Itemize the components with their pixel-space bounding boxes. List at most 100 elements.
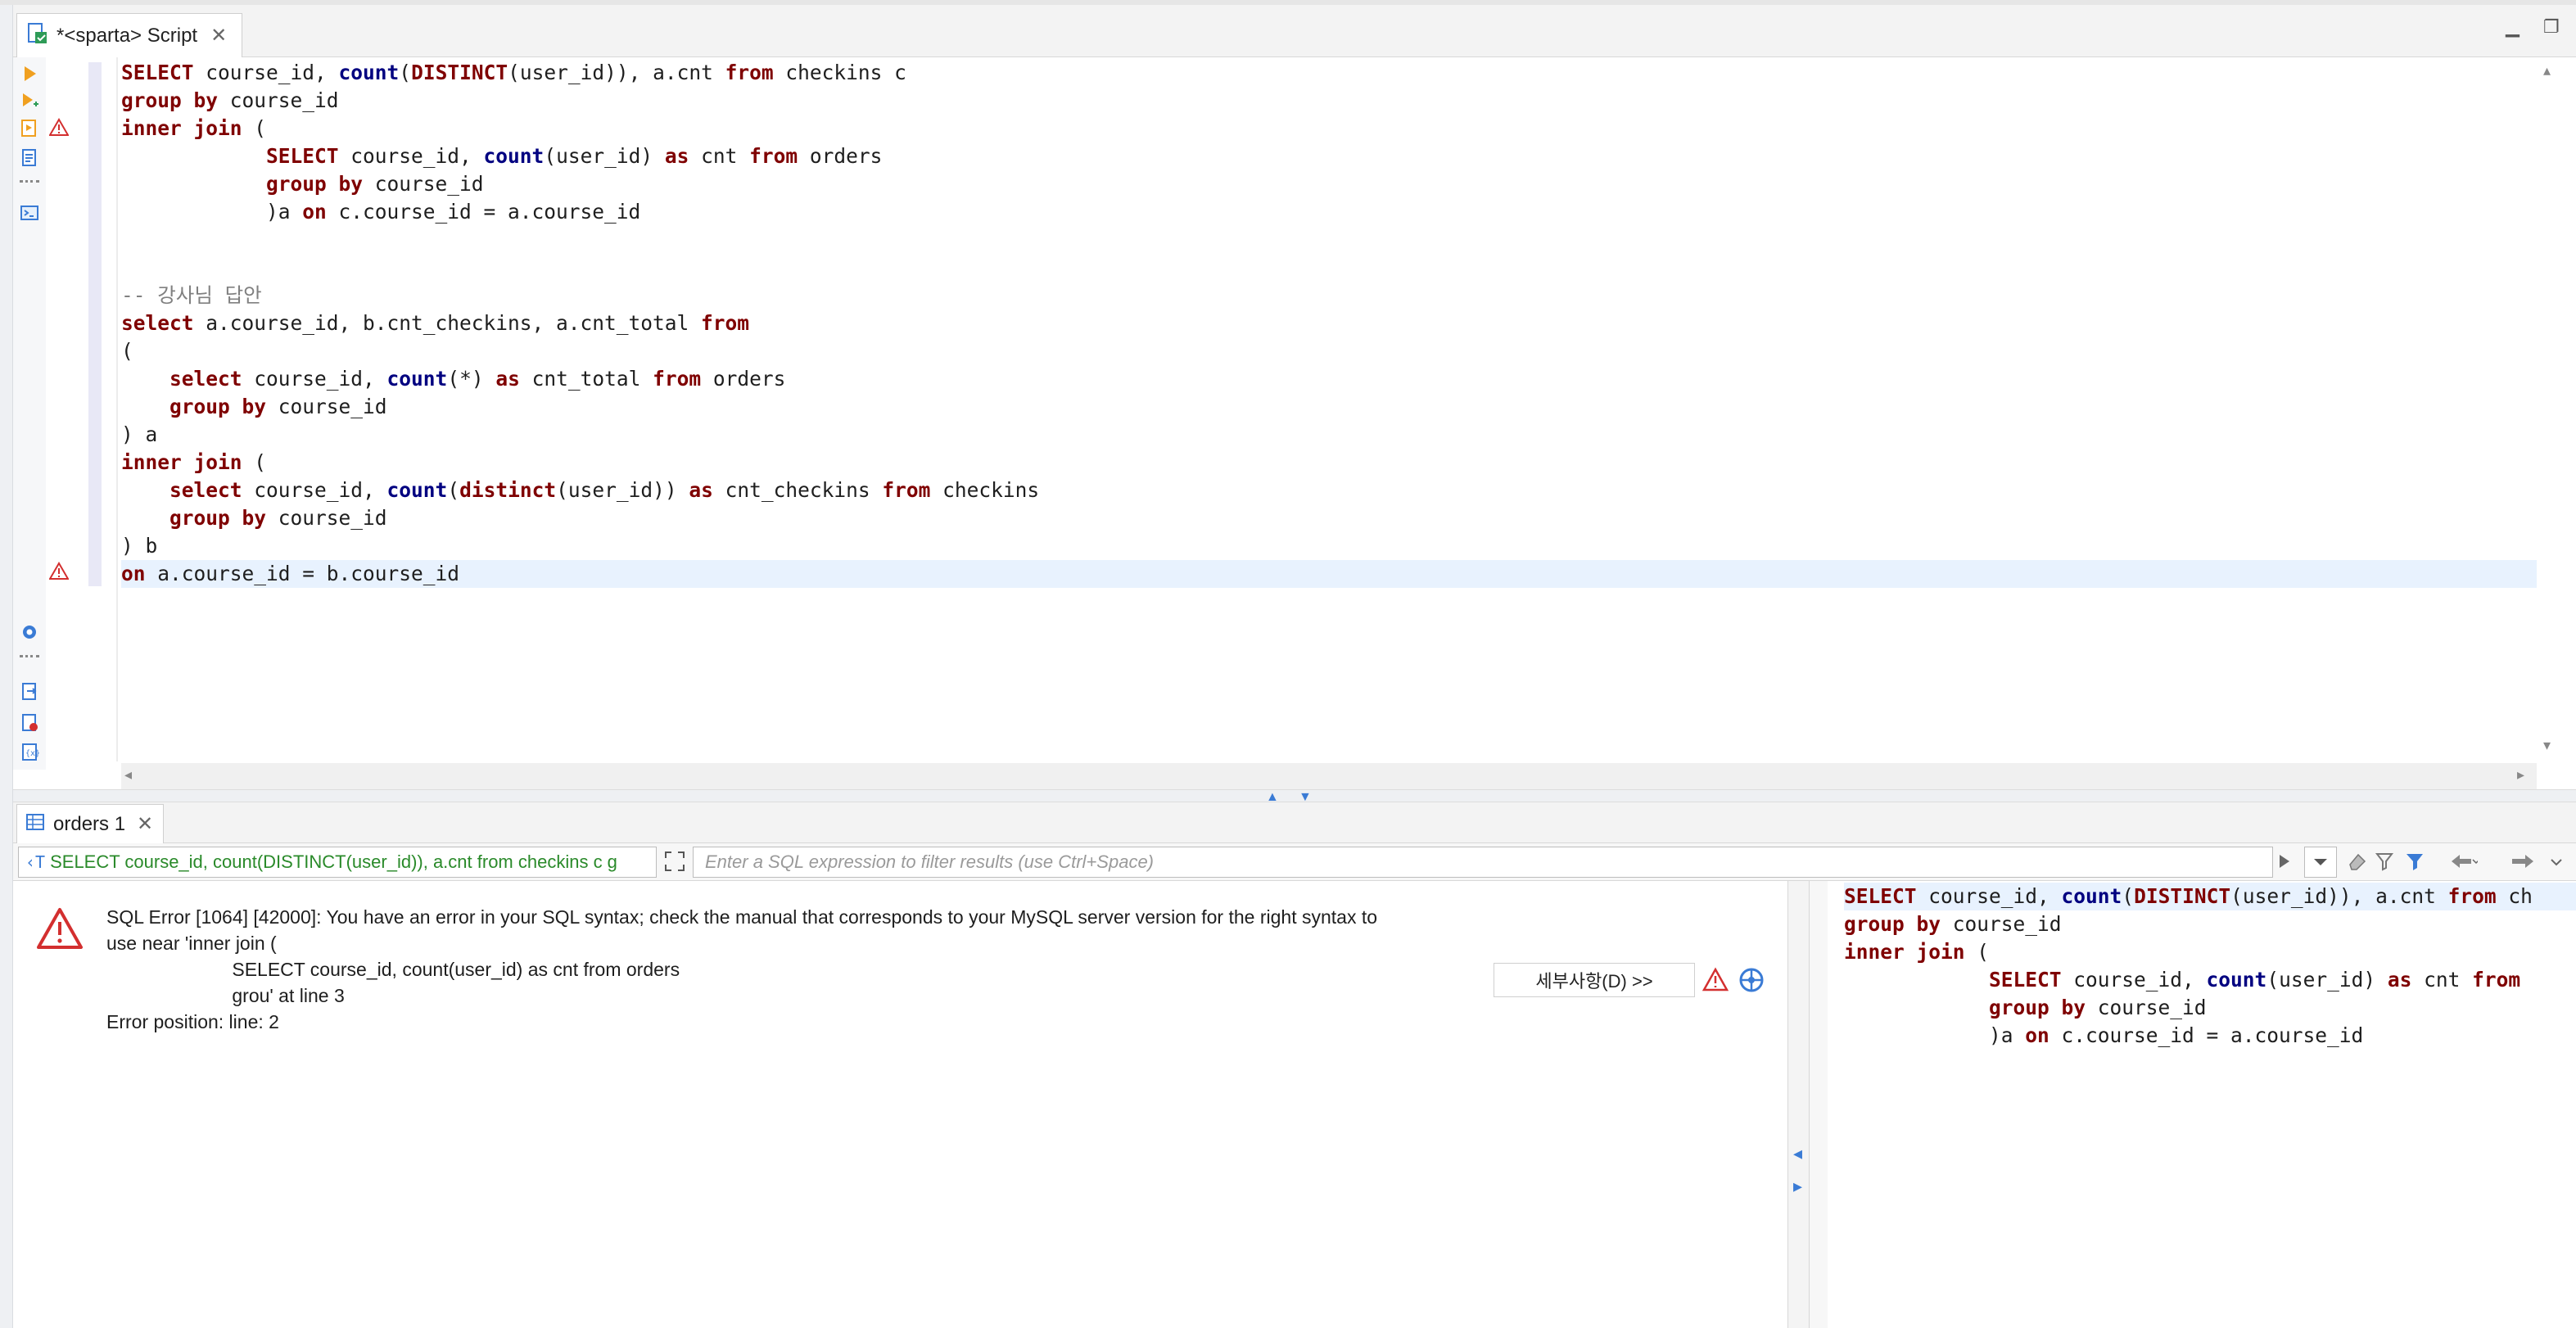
scroll-right-icon[interactable]: ▸ (2517, 766, 2524, 784)
code-token: group by (169, 506, 267, 530)
code-token: ( (399, 61, 412, 84)
results-pane-divider[interactable]: ◂ ▸ (1788, 881, 1810, 1328)
error-marker-icon[interactable] (48, 118, 70, 139)
filter-history-dropdown[interactable] (2304, 847, 2337, 878)
code-token: course_id, (2061, 968, 2207, 991)
scroll-left-icon[interactable]: ◂ (124, 766, 132, 784)
results-tab-orders[interactable]: orders 1 ✕ (16, 804, 164, 843)
forward-arrow-icon[interactable] (2509, 850, 2533, 874)
code-line[interactable]: inner join ( (121, 115, 2537, 142)
code-token: (user_id)), a.cnt (508, 61, 725, 84)
code-token: ch (2496, 884, 2533, 908)
results-filter-bar: ‹T SELECT course_id, count(DISTINCT(user… (13, 843, 2576, 881)
code-line[interactable]: group by course_id (121, 87, 2537, 115)
explain-plan-icon[interactable] (18, 146, 41, 169)
code-line[interactable]: group by course_id (1844, 994, 2576, 1022)
collapse-left-icon[interactable]: ◂ (1793, 1143, 1802, 1164)
code-text-area[interactable]: SELECT course_id, count(DISTINCT(user_id… (121, 59, 2537, 763)
horizontal-scrollbar[interactable]: ◂ ▸ (121, 763, 2537, 789)
code-line[interactable]: select a.course_id, b.cnt_checkins, a.cn… (121, 309, 2537, 337)
code-token: as (495, 367, 520, 391)
code-line[interactable]: select course_id, count(*) as cnt_total … (121, 365, 2537, 393)
execute-statement-icon[interactable] (18, 62, 41, 85)
code-line[interactable]: inner join ( (1844, 938, 2576, 966)
code-token: DISTINCT (411, 61, 508, 84)
code-token: ( (242, 116, 267, 140)
error-marker-icon[interactable] (48, 562, 70, 583)
details-button[interactable]: 세부사항(D) >> (1494, 963, 1695, 997)
scroll-up-icon[interactable]: ▴ (2543, 62, 2551, 79)
expand-query-icon[interactable] (663, 850, 688, 874)
code-line[interactable]: group by course_id (121, 504, 2537, 532)
code-line[interactable] (121, 254, 2537, 282)
editor-tab-script[interactable]: *<sparta> Script ✕ (16, 13, 242, 57)
code-token: DISTINCT (2134, 884, 2231, 908)
code-token: (user_id)), a.cnt (2230, 884, 2448, 908)
code-line[interactable]: SELECT course_id, count(DISTINCT(user_id… (121, 59, 2537, 87)
scroll-down-icon[interactable]: ▾ (2543, 737, 2551, 754)
code-line[interactable]: group by course_id (121, 393, 2537, 421)
results-tab-title: orders 1 (53, 812, 126, 835)
code-token: cnt (689, 144, 750, 168)
code-token: course_id (1941, 912, 2062, 936)
code-token: course_id, (242, 478, 387, 502)
maximize-icon[interactable]: ❐ (2543, 16, 2560, 38)
variables-icon[interactable]: {x} (18, 740, 41, 763)
apply-filter-icon[interactable] (2275, 850, 2298, 874)
minimize-icon[interactable]: ▁ (2506, 16, 2520, 38)
code-line[interactable]: SELECT course_id, count(DISTINCT(user_id… (1844, 883, 2576, 910)
code-line[interactable]: group by course_id (1844, 910, 2576, 938)
code-line[interactable]: group by course_id (121, 170, 2537, 198)
code-token: on (121, 562, 146, 585)
code-line[interactable]: )a on c.course_id = a.course_id (1844, 1022, 2576, 1050)
code-line[interactable]: inner join ( (121, 449, 2537, 477)
close-icon[interactable]: ✕ (210, 24, 227, 47)
code-line[interactable]: SELECT course_id, count(user_id) as cnt … (121, 142, 2537, 170)
active-query-chip[interactable]: ‹T SELECT course_id, count(DISTINCT(user… (18, 847, 657, 878)
code-line[interactable]: ) a (121, 421, 2537, 449)
filter-icon[interactable] (2404, 850, 2429, 874)
crosshair-icon[interactable] (1738, 966, 1765, 994)
code-token: inner join (121, 450, 242, 474)
code-line[interactable] (121, 226, 2537, 254)
code-token: cnt_total (519, 367, 653, 391)
problems-icon[interactable] (18, 711, 41, 734)
filter-settings-icon[interactable] (2375, 850, 2399, 874)
warning-icon[interactable] (1702, 966, 1729, 994)
code-line[interactable]: select course_id, count(distinct(user_id… (121, 477, 2537, 504)
annotation-ruler (46, 57, 70, 761)
close-icon[interactable]: ✕ (137, 812, 153, 836)
collapse-right-icon[interactable]: ▸ (1793, 1176, 1802, 1197)
export-icon[interactable] (18, 680, 41, 702)
error-warning-icon (36, 907, 84, 950)
change-indicator-bar (88, 62, 102, 586)
code-token: from (882, 478, 931, 502)
code-token: select (169, 367, 242, 391)
chevron-down-icon[interactable] (2547, 850, 2571, 874)
code-line[interactable]: SELECT course_id, count(user_id) as cnt … (1844, 966, 2576, 994)
code-comment: -- 강사님 답안 (121, 283, 262, 307)
console-icon[interactable] (18, 201, 41, 224)
filter-expression-input[interactable]: Enter a SQL expression to filter results… (693, 847, 2273, 878)
code-line[interactable]: ( (121, 337, 2537, 365)
code-token: inner join (121, 116, 242, 140)
execute-new-tab-icon[interactable] (18, 90, 41, 113)
query-text-pane[interactable]: SELECT course_id, count(DISTINCT(user_id… (1810, 881, 2576, 1328)
code-token: group by (1989, 996, 2086, 1019)
code-token: from (2447, 884, 2497, 908)
code-line[interactable]: ) b (121, 532, 2537, 560)
code-token: course_id, (338, 144, 484, 168)
code-line[interactable]: )a on c.course_id = a.course_id (121, 198, 2537, 226)
back-arrow-icon[interactable] (2448, 850, 2480, 874)
code-line[interactable]: -- 강사님 답안 (121, 282, 2537, 309)
code-line[interactable]: on a.course_id = b.course_id (121, 560, 2537, 588)
code-token: group by (1844, 912, 1941, 936)
gear-icon[interactable] (18, 621, 41, 644)
eraser-icon[interactable] (2345, 850, 2370, 874)
vertical-scrollbar[interactable]: ▴ ▾ (2537, 62, 2563, 760)
execute-script-icon[interactable] (18, 116, 41, 139)
editor-results-splitter[interactable]: ▲ ▼ (13, 789, 2576, 804)
